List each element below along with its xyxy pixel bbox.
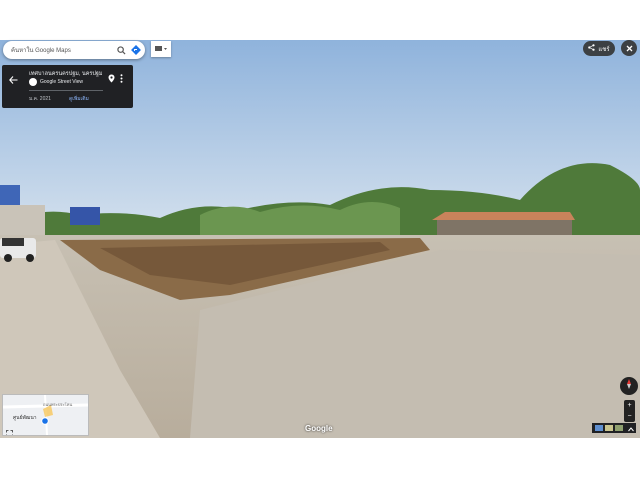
capture-date: ม.ค. 2021	[29, 96, 51, 102]
compass-icon	[623, 377, 635, 395]
minimap[interactable]: ถนนพระประโทน ศูนย์พัฒนา	[2, 394, 89, 436]
divider	[29, 90, 103, 91]
search-icon[interactable]	[115, 44, 127, 56]
pegman-icon	[41, 412, 49, 430]
share-button[interactable]: แชร์	[583, 41, 615, 56]
layers-button[interactable]	[151, 41, 171, 57]
share-label: แชร์	[598, 46, 610, 53]
location-title: เทศบาลนครนครปฐม, นครปฐม	[29, 71, 103, 77]
chevron-up-icon[interactable]	[628, 419, 634, 437]
source-label: Google Street View	[40, 79, 83, 85]
close-icon	[626, 39, 633, 57]
compass-button[interactable]	[620, 377, 638, 395]
imagery-thumb[interactable]	[615, 425, 623, 431]
more-vert-icon[interactable]	[120, 70, 123, 88]
minimap-place-label: ศูนย์พัฒนา	[13, 415, 37, 421]
layers-icon	[155, 40, 167, 58]
directions-icon[interactable]	[130, 44, 142, 56]
search-input[interactable]: ค้นหาใน Google Maps	[11, 45, 115, 55]
minimap-road-label: ถนนพระประโทน	[43, 402, 73, 407]
imagery-thumb[interactable]	[605, 425, 613, 431]
map-pin-icon[interactable]	[108, 70, 115, 88]
zoom-in-button[interactable]: +	[627, 402, 631, 409]
close-button[interactable]	[621, 40, 637, 56]
imagery-thumb[interactable]	[595, 425, 603, 431]
share-icon	[588, 44, 596, 53]
expand-icon[interactable]	[6, 424, 13, 435]
imagery-strip[interactable]	[592, 423, 636, 433]
google-logo: Google	[305, 424, 333, 433]
back-arrow-icon[interactable]	[9, 71, 18, 89]
see-more-link[interactable]: ดูเพิ่มเติม	[69, 95, 89, 103]
street-view-badge-icon	[29, 78, 37, 86]
location-info-card: เทศบาลนครนครปฐม, นครปฐม Google Street Vi…	[2, 65, 133, 108]
search-box[interactable]: ค้นหาใน Google Maps	[3, 41, 145, 59]
